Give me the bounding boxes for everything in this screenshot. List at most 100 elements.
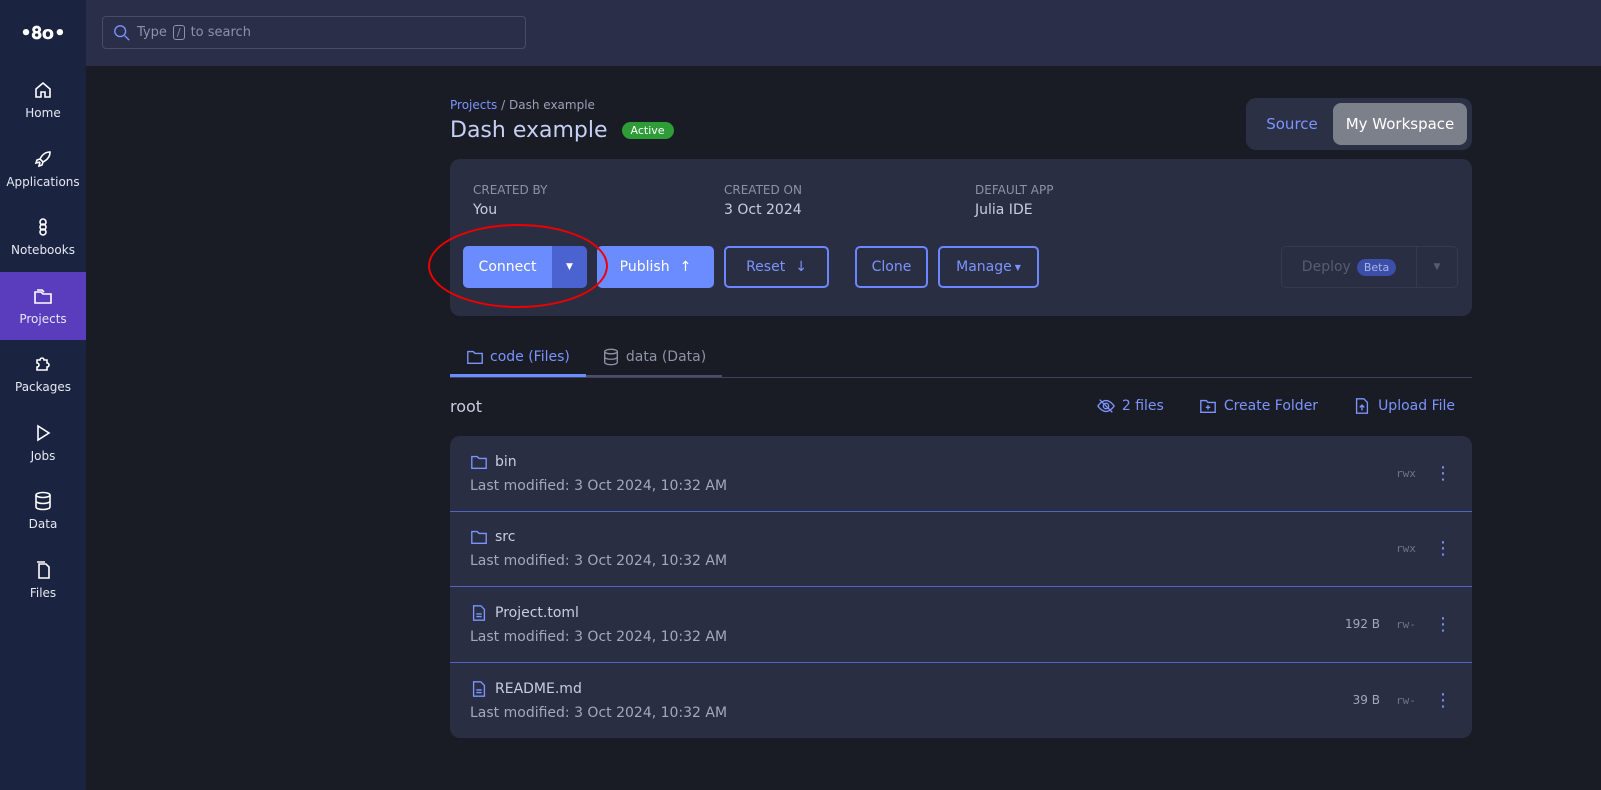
- file-row[interactable]: Project.toml Last modified: 3 Oct 2024, 1…: [450, 587, 1472, 663]
- default-app-value: Julia IDE: [975, 202, 1033, 218]
- sidebar-item-files[interactable]: Files: [0, 546, 86, 615]
- created-on-label: CREATED ON: [724, 183, 802, 197]
- file-name[interactable]: README.md: [495, 681, 582, 697]
- created-by-label: CREATED BY: [473, 183, 548, 197]
- logo[interactable]: •𝟖o•: [0, 0, 86, 66]
- sidebar-item-label: Applications: [6, 174, 80, 189]
- view-toggle: Source My Workspace: [1246, 98, 1472, 150]
- file-count: 2 files: [1121, 398, 1164, 414]
- search-shortcut-key: /: [172, 25, 185, 40]
- file-name[interactable]: Project.toml: [495, 605, 579, 621]
- notebook-icon: [39, 218, 47, 237]
- source-toggle[interactable]: Source: [1251, 115, 1333, 133]
- last-modified: Last modified: 3 Oct 2024, 10:32 AM: [470, 628, 728, 645]
- publish-button[interactable]: Publish ↑: [597, 246, 714, 288]
- folders-icon: [34, 288, 52, 304]
- search-input[interactable]: Type / to search: [102, 16, 526, 49]
- sidebar-item-label: Home: [25, 106, 61, 121]
- created-on-value: 3 Oct 2024: [724, 202, 802, 218]
- breadcrumb-projects-link[interactable]: Projects: [450, 98, 497, 112]
- file-permissions: rwx: [1396, 542, 1416, 556]
- connect-button[interactable]: Connect: [463, 246, 552, 288]
- manage-dropdown[interactable]: Manage ▼: [938, 246, 1039, 288]
- deploy-dropdown-toggle[interactable]: ▼: [1417, 247, 1457, 287]
- sidebar-item-label: Notebooks: [11, 243, 75, 258]
- tab-label: data (Data): [625, 349, 707, 365]
- play-icon: [37, 424, 51, 442]
- file-name[interactable]: bin: [495, 454, 517, 470]
- search-placeholder-suffix: to search: [190, 25, 251, 40]
- caret-down-icon: ▼: [1014, 262, 1021, 272]
- project-info-card: CREATED BY You CREATED ON 3 Oct 2024 DEFAU…: [450, 159, 1472, 316]
- arrow-down-icon: ↓: [795, 259, 807, 275]
- sidebar-item-jobs[interactable]: Jobs: [0, 409, 86, 478]
- sidebar-item-label: Packages: [15, 380, 71, 395]
- search-placeholder: Type: [137, 25, 167, 40]
- sidebar-item-label: Jobs: [30, 448, 56, 463]
- sidebar-item-label: Files: [29, 585, 57, 600]
- file-text-icon: [472, 604, 486, 621]
- sidebar-item-projects[interactable]: Projects: [0, 271, 86, 340]
- page-title: Dash example: [450, 118, 608, 143]
- file-row[interactable]: README.md Last modified: 3 Oct 2024, 10:3…: [450, 663, 1472, 739]
- sidebar-item-data[interactable]: Data: [0, 477, 86, 546]
- breadcrumb-separator: /: [501, 98, 506, 112]
- create-folder-label: Create Folder: [1223, 398, 1319, 414]
- sidebar-item-packages[interactable]: Packages: [0, 340, 86, 409]
- database-icon: [603, 348, 618, 366]
- publish-label: Publish: [619, 259, 670, 275]
- sidebar-item-applications[interactable]: Applications: [0, 135, 86, 204]
- file-row[interactable]: bin Last modified: 3 Oct 2024, 10:32 AM r…: [450, 436, 1472, 512]
- sidebar-item-notebooks[interactable]: Notebooks: [0, 203, 86, 272]
- clone-button[interactable]: Clone: [855, 246, 928, 288]
- create-folder-button[interactable]: Create Folder: [1199, 397, 1318, 415]
- connect-dropdown-toggle[interactable]: ▼: [552, 246, 587, 288]
- home-icon: [35, 82, 51, 99]
- file-size: 39 B: [1352, 693, 1380, 708]
- default-app-label: DEFAULT APP: [975, 183, 1054, 197]
- sidebar-item-home[interactable]: Home: [0, 66, 86, 135]
- file-list: bin Last modified: 3 Oct 2024, 10:32 AM r…: [450, 436, 1472, 738]
- file-permissions: rw-: [1396, 693, 1416, 707]
- reset-button[interactable]: Reset ↓: [724, 246, 829, 288]
- database-icon: [35, 491, 51, 511]
- last-modified: Last modified: 3 Oct 2024, 10:32 AM: [470, 553, 728, 570]
- more-options-icon[interactable]: ⋮: [1434, 690, 1452, 711]
- file-text-icon: [472, 680, 486, 697]
- current-path: root: [450, 396, 483, 416]
- tabs: code (Files) data (Data): [450, 339, 1472, 378]
- arrow-up-icon: ↑: [679, 259, 692, 275]
- eye-off-icon: [1096, 399, 1115, 413]
- file-row[interactable]: src Last modified: 3 Oct 2024, 10:32 AM r…: [450, 512, 1472, 587]
- folder-icon: [471, 531, 487, 545]
- topbar: Type / to search: [86, 0, 1601, 66]
- file-size: 192 B: [1345, 617, 1380, 632]
- status-badge: Active: [621, 122, 674, 139]
- my-workspace-toggle[interactable]: My Workspace: [1333, 103, 1467, 145]
- last-modified: Last modified: 3 Oct 2024, 10:32 AM: [470, 704, 728, 721]
- file-permissions: rwx: [1396, 466, 1416, 480]
- upload-file-label: Upload File: [1378, 398, 1455, 414]
- more-options-icon[interactable]: ⋮: [1434, 463, 1452, 484]
- last-modified: Last modified: 3 Oct 2024, 10:32 AM: [470, 477, 728, 494]
- deploy-button[interactable]: Deploy Beta: [1282, 247, 1417, 287]
- created-by-value: You: [473, 202, 498, 218]
- tab-data[interactable]: data (Data): [585, 339, 723, 377]
- upload-file-button[interactable]: Upload File: [1353, 397, 1455, 415]
- beta-badge: Beta: [1356, 258, 1397, 276]
- reset-label: Reset: [746, 259, 786, 275]
- puzzle-icon: [36, 357, 50, 372]
- rocket-icon: [34, 150, 51, 167]
- tab-code-files[interactable]: code (Files): [450, 339, 586, 377]
- breadcrumb-current: Dash example: [509, 98, 595, 112]
- file-name[interactable]: src: [495, 529, 515, 545]
- more-options-icon[interactable]: ⋮: [1434, 614, 1452, 635]
- folder-icon: [467, 350, 483, 364]
- sidebar: •𝟖o• Home Applications Notebooks Project…: [0, 0, 86, 790]
- folder-icon: [471, 455, 487, 469]
- folder-plus-icon: [1199, 399, 1216, 413]
- sidebar-item-label: Data: [28, 517, 58, 532]
- more-options-icon[interactable]: ⋮: [1434, 538, 1452, 559]
- tab-label: code (Files): [490, 348, 570, 365]
- toggle-hidden-files-button[interactable]: 2 files: [1096, 397, 1164, 415]
